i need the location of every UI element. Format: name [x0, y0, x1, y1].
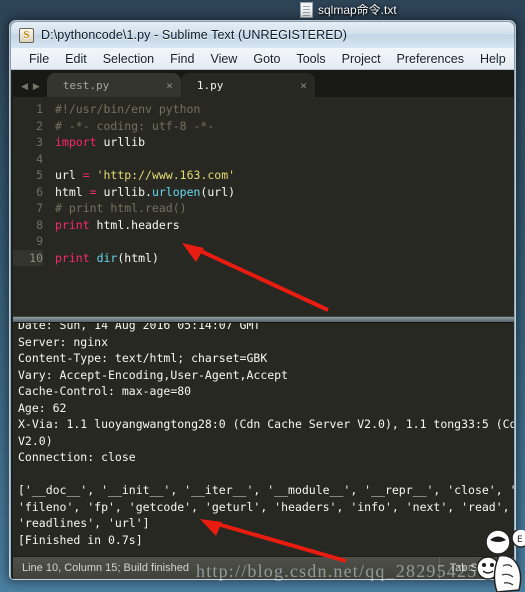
code-line-8: print html.headers: [55, 217, 514, 234]
menu-item-file[interactable]: File: [21, 50, 57, 68]
desktop-icon-label: sqlmap命令.txt: [318, 3, 397, 17]
menu-item-goto[interactable]: Goto: [245, 50, 288, 68]
panel-splitter[interactable]: [13, 316, 514, 323]
tab-1-py[interactable]: 1.py ×: [180, 73, 315, 97]
line-number: 6: [36, 184, 43, 199]
menu-item-view[interactable]: View: [202, 50, 245, 68]
tab-label: 1.py: [196, 78, 224, 92]
output-line-build-finished: [Finished in 0.7s]: [18, 532, 143, 547]
code-line-5: url = 'http://www.163.com': [55, 167, 514, 184]
menu-item-preferences[interactable]: Preferences: [389, 50, 472, 68]
menu-item-edit[interactable]: Edit: [57, 50, 95, 68]
code-expr-headers: html.headers: [89, 217, 180, 232]
code-keyword-print: print: [55, 250, 90, 265]
code-comment: #!/usr/bin/env python: [55, 102, 201, 116]
line-number: 4: [36, 151, 43, 166]
code-function-urlopen: urlopen: [151, 184, 201, 199]
menu-item-help[interactable]: Help: [472, 50, 514, 68]
output-line: Date: Sun, 14 Aug 2016 05:14:07 GMT: [18, 323, 261, 332]
code-string-literal: 'http://www.163.com': [89, 168, 236, 182]
status-bar-tab-size[interactable]: Tab Size: 4: [440, 562, 514, 574]
status-bar[interactable]: Line 10, Column 15; Build finished Tab S…: [13, 556, 514, 579]
line-number: 7: [36, 201, 43, 215]
build-output-panel[interactable]: Date: Sun, 14 Aug 2016 05:14:07 GMT Serv…: [13, 323, 514, 556]
output-line: X-Via: 1.1 luoyangwangtong28:0 (Cdn Cach…: [18, 417, 514, 431]
code-operator: =: [82, 168, 90, 182]
output-line-dir-result: 'readlines', 'url']: [18, 516, 150, 530]
code-comment: # print html.read(): [55, 201, 187, 215]
desktop-icon-sqlmap-txt[interactable]: sqlmap命令.txt: [300, 1, 397, 18]
output-line-dir-result: 'fileno', 'fp', 'getcode', 'geturl', 'he…: [18, 499, 510, 514]
sublime-app-icon: S: [19, 27, 34, 43]
code-function-dir: dir: [96, 250, 118, 265]
code-keyword-print: print: [55, 217, 90, 232]
code-comment: # -*- coding: utf-8 -*-: [55, 118, 215, 133]
sublime-body: ◀ ▶ test.py × 1.py × 1 2 3 4 5 6 7 8 9 1…: [11, 70, 514, 579]
tab-bar[interactable]: ◀ ▶ test.py × 1.py ×: [13, 70, 514, 97]
tab-nav-arrows[interactable]: ◀ ▶: [17, 82, 47, 97]
code-call-args: (html): [117, 250, 159, 265]
line-number: 8: [36, 217, 43, 232]
code-line-2: # -*- coding: utf-8 -*-: [55, 118, 514, 135]
output-line-dir-result: ['__doc__', '__init__', '__iter__', '__m…: [18, 483, 514, 497]
window-title: D:\pythoncode\1.py - Sublime Text (UNREG…: [41, 28, 348, 42]
window-titlebar[interactable]: S D:\pythoncode\1.py - Sublime Text (UNR…: [11, 22, 514, 48]
code-line-3: import urllib: [55, 134, 514, 151]
code-line-6: html = urllib.urlopen(url): [55, 184, 514, 201]
tab-label: test.py: [62, 78, 110, 92]
line-number-gutter: 1 2 3 4 5 6 7 8 9 10: [13, 97, 50, 316]
line-number-current: 10: [13, 249, 43, 266]
close-icon[interactable]: ×: [166, 79, 173, 92]
code-keyword-import: import: [55, 135, 97, 149]
line-number: 2: [36, 118, 43, 133]
svg-text:E: E: [517, 535, 523, 545]
line-number: 3: [36, 135, 43, 149]
line-number: 5: [36, 168, 43, 182]
tab-next-arrow-icon[interactable]: ▶: [33, 82, 40, 91]
tab-prev-arrow-icon[interactable]: ◀: [21, 82, 28, 91]
close-icon[interactable]: ×: [300, 79, 307, 92]
code-line-7: # print html.read(): [55, 200, 514, 217]
code-var-url: url: [55, 168, 83, 182]
code-text-area[interactable]: #!/usr/bin/env python # -*- coding: utf-…: [50, 97, 514, 316]
tab-test-py[interactable]: test.py ×: [46, 73, 181, 97]
output-line: Connection: close: [18, 450, 136, 464]
code-operator: =: [89, 184, 97, 199]
code-call-args: (url): [200, 184, 236, 199]
output-line: Age: 62: [18, 400, 67, 415]
status-bar-message: Line 10, Column 15; Build finished: [22, 562, 189, 574]
code-module-urllib: urllib: [96, 135, 146, 149]
menu-item-find[interactable]: Find: [162, 50, 202, 68]
output-line: Cache-Control: max-age=80: [18, 384, 192, 398]
code-call-urlopen: urllib.: [96, 184, 152, 199]
sublime-text-window[interactable]: S D:\pythoncode\1.py - Sublime Text (UNR…: [9, 20, 516, 580]
menu-item-project[interactable]: Project: [334, 50, 389, 68]
output-line: Content-Type: text/html; charset=GBK: [18, 351, 268, 365]
code-line-10: print dir(html): [55, 250, 514, 267]
menu-item-selection[interactable]: Selection: [95, 50, 162, 68]
line-number: 1: [36, 102, 43, 116]
code-var-html: html: [55, 184, 90, 199]
code-editor[interactable]: 1 2 3 4 5 6 7 8 9 10 #!/usr/bin/env pyth…: [13, 97, 514, 316]
menu-item-tools[interactable]: Tools: [288, 50, 333, 68]
menubar[interactable]: File Edit Selection Find View Goto Tools…: [11, 48, 514, 70]
output-line: V2.0): [18, 433, 53, 448]
text-file-icon: [300, 1, 313, 18]
code-line-1: #!/usr/bin/env python: [55, 101, 514, 118]
line-number: 9: [36, 234, 43, 248]
output-line: Vary: Accept-Encoding,User-Agent,Accept: [18, 367, 289, 382]
output-line: Server: nginx: [18, 334, 109, 349]
